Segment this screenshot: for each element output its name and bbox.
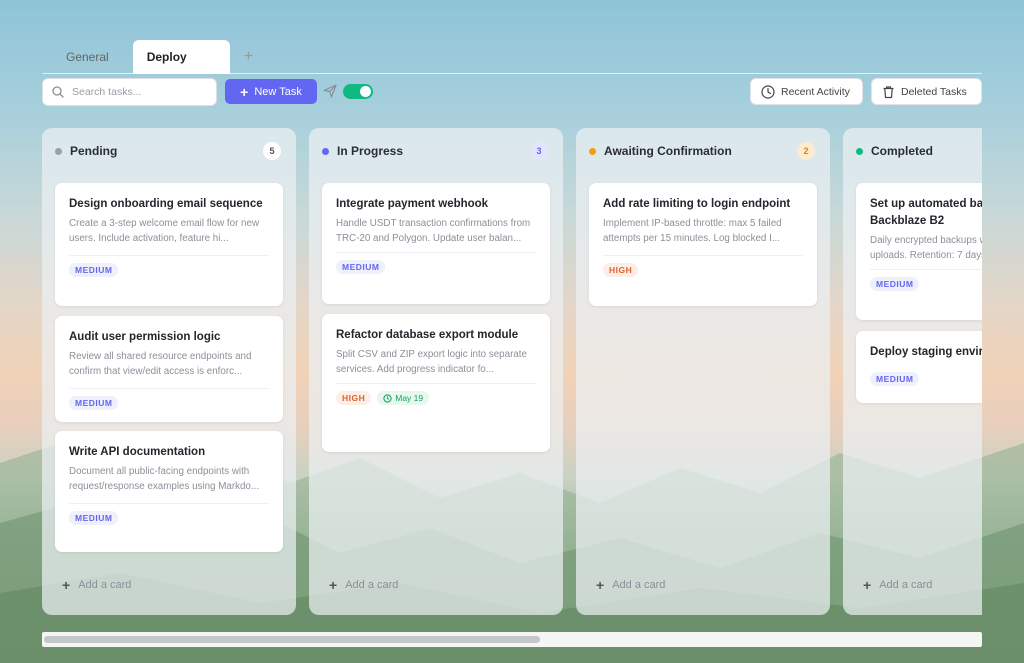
toggle-knob <box>360 86 371 97</box>
task-card[interactable]: Write API documentation Document all pub… <box>55 431 283 552</box>
send-icon[interactable] <box>322 83 338 99</box>
kanban-board: Pending 5 Design onboarding email sequen… <box>42 128 982 616</box>
card-divider <box>336 252 536 253</box>
column-title: In Progress <box>337 144 404 158</box>
trash-icon <box>883 85 894 98</box>
card-title: Refactor database export module <box>336 329 519 341</box>
search-icon <box>52 86 64 98</box>
new-task-label: New Task <box>254 85 302 98</box>
plus-icon: + <box>240 83 249 100</box>
column-title: Awaiting Confirmation <box>604 144 732 158</box>
task-card[interactable]: Set up automated backups to Backblaze B2… <box>856 183 982 320</box>
card-divider <box>603 255 803 256</box>
column-count-badge: 2 <box>797 142 815 160</box>
status-dot <box>322 147 329 155</box>
column-count-badge: 5 <box>263 142 281 160</box>
plus-icon: + <box>596 577 605 593</box>
card-title: Set up automated backups to Backblaze B2 <box>870 198 982 227</box>
priority-badge: HIGH <box>336 391 372 405</box>
search-input[interactable] <box>72 86 202 98</box>
toolbar: + New Task Recent Activity Deleted Tasks <box>42 78 982 106</box>
task-card[interactable]: Design onboarding email sequence Create … <box>55 183 283 306</box>
add-card-button[interactable]: + Add a card <box>329 577 398 593</box>
due-date-badge: May 19 <box>377 391 430 405</box>
status-dot <box>589 147 596 155</box>
card-title: Audit user permission logic <box>69 331 221 343</box>
clock-icon <box>383 393 392 403</box>
card-description: Split CSV and ZIP export logic into sepa… <box>336 349 527 375</box>
column-header: Awaiting Confirmation 2 <box>589 141 817 161</box>
card-description: Document all public-facing endpoints wit… <box>69 466 260 492</box>
column-awaiting-confirmation: Awaiting Confirmation 2 Add rate limitin… <box>576 128 830 615</box>
card-title: Add rate limiting to login endpoint <box>603 198 791 210</box>
card-divider <box>69 388 269 389</box>
card-divider <box>870 269 982 270</box>
deleted-tasks-button[interactable]: Deleted Tasks <box>871 78 982 105</box>
card-description: Create a 3-step welcome email flow for n… <box>69 218 260 244</box>
tab-deploy[interactable]: Deploy <box>132 40 230 74</box>
plus-icon: + <box>863 577 872 593</box>
card-description: Implement IP-based throttle: max 5 faile… <box>603 218 782 244</box>
priority-badge: MEDIUM <box>69 263 119 277</box>
status-dot <box>856 147 863 155</box>
card-divider <box>336 383 536 384</box>
card-description: Review all shared resource endpoints and… <box>69 351 252 377</box>
toggle-switch[interactable] <box>343 84 373 99</box>
recent-activity-label: Recent Activity <box>781 85 850 98</box>
due-date-label: May 19 <box>395 393 424 403</box>
plus-icon: + <box>62 577 71 593</box>
card-title: Integrate payment webhook <box>336 198 489 210</box>
clock-icon <box>761 84 775 99</box>
new-task-button[interactable]: + New Task <box>225 79 317 104</box>
add-card-label: Add a card <box>879 579 933 591</box>
task-card[interactable]: Integrate payment webhook Handle USDT tr… <box>322 183 550 304</box>
horizontal-scrollbar[interactable] <box>42 632 982 647</box>
card-title: Design onboarding email sequence <box>69 198 263 210</box>
card-divider <box>69 503 269 504</box>
priority-badge: MEDIUM <box>69 396 119 410</box>
column-completed: Completed Set up automated backups to Ba… <box>843 128 982 615</box>
card-title: Deploy staging environment <box>870 346 982 358</box>
search-box[interactable] <box>42 78 217 106</box>
column-count-badge: 3 <box>530 142 548 160</box>
priority-badge: MEDIUM <box>69 511 119 525</box>
card-title: Write API documentation <box>69 446 206 458</box>
deleted-tasks-label: Deleted Tasks <box>901 85 967 98</box>
column-pending: Pending 5 Design onboarding email sequen… <box>42 128 296 615</box>
add-card-button[interactable]: + Add a card <box>863 577 932 593</box>
add-card-label: Add a card <box>612 579 666 591</box>
priority-badge: MEDIUM <box>870 277 920 291</box>
tab-divider <box>42 73 982 74</box>
column-title: Pending <box>70 144 118 158</box>
priority-badge: HIGH <box>603 263 639 277</box>
priority-badge: MEDIUM <box>870 372 920 386</box>
tab-general[interactable]: General <box>42 40 133 74</box>
task-card[interactable]: Audit user permission logic Review all s… <box>55 316 283 422</box>
card-description: Daily encrypted backups with versioned u… <box>870 235 982 261</box>
task-card[interactable]: Deploy staging environment MEDIUM <box>856 331 982 403</box>
card-divider <box>69 255 269 256</box>
tab-bar: General Deploy + <box>42 40 259 74</box>
task-card[interactable]: Add rate limiting to login endpoint Impl… <box>589 183 817 306</box>
add-tab-button[interactable]: + <box>238 40 259 74</box>
add-card-button[interactable]: + Add a card <box>62 577 131 593</box>
column-header: Pending 5 <box>55 141 283 161</box>
task-card[interactable]: Refactor database export module Split CS… <box>322 314 550 452</box>
card-description: Handle USDT transaction confirmations fr… <box>336 218 531 244</box>
priority-badge: MEDIUM <box>336 260 386 274</box>
scrollbar-thumb[interactable] <box>44 636 540 643</box>
add-card-label: Add a card <box>345 579 399 591</box>
recent-activity-button[interactable]: Recent Activity <box>750 78 863 105</box>
column-in-progress: In Progress 3 Integrate payment webhook … <box>309 128 563 615</box>
add-card-button[interactable]: + Add a card <box>596 577 665 593</box>
plus-icon: + <box>329 577 338 593</box>
column-header: Completed <box>856 141 982 161</box>
status-dot <box>55 147 62 155</box>
add-card-label: Add a card <box>78 579 132 591</box>
column-title: Completed <box>871 144 934 158</box>
column-header: In Progress 3 <box>322 141 550 161</box>
